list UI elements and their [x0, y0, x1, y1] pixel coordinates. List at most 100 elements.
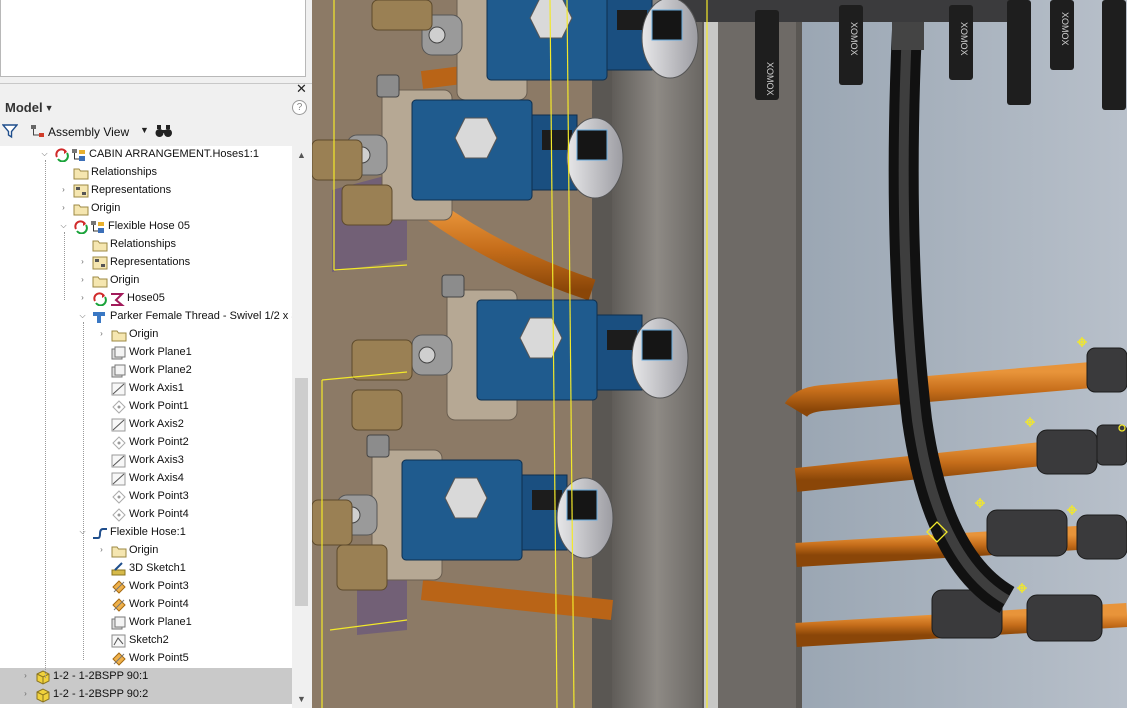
valve-brand-label: XOMOX — [959, 22, 969, 56]
tree-node-label: Work Axis4 — [129, 472, 184, 484]
tree-node-label: Origin — [129, 544, 159, 556]
tree-node[interactable]: Work Axis3 — [0, 452, 292, 470]
tree-node[interactable]: › 1-2 - 1-2BSPP 90:1 — [0, 668, 292, 686]
work-point-icon — [111, 508, 127, 525]
tree-node-label: CABIN ARRANGEMENT.Hoses1:1 — [89, 148, 259, 160]
tree-node[interactable]: Work Axis2 — [0, 416, 292, 434]
help-icon[interactable]: ? — [292, 100, 307, 115]
tree-node[interactable]: Work Point3 — [0, 578, 292, 596]
tree-node-label: Work Axis1 — [129, 382, 184, 394]
tree-node-label: Work Axis3 — [129, 454, 184, 466]
tree-node[interactable]: Relationships — [0, 164, 292, 182]
tree-guide-line — [83, 322, 84, 660]
tree-node[interactable]: Work Axis1 — [0, 380, 292, 398]
filter-icon[interactable] — [1, 123, 19, 144]
tree-node-label: Sketch2 — [129, 634, 169, 646]
tree-node[interactable]: › 1-2 - 1-2BSPP 90:2 — [0, 686, 292, 704]
scrollbar-thumb[interactable] — [295, 378, 308, 606]
find-binoculars-icon[interactable] — [155, 123, 173, 144]
expand-chevron-icon[interactable]: › — [21, 671, 30, 680]
tree-node[interactable]: › Representations — [0, 254, 292, 272]
graphics-viewport[interactable]: XOMOX XOMOX XOMOX XOMOX — [312, 0, 1127, 708]
tree-node-label: Parker Female Thread - Swivel 1/2 x 3/4- — [110, 310, 292, 322]
tree-node[interactable]: ⌵ Parker Female Thread - Swivel 1/2 x 3/4… — [0, 308, 292, 326]
pane-divider[interactable] — [0, 83, 312, 84]
valve-brand-label: XOMOX — [765, 62, 775, 96]
tree-node[interactable]: Work Plane2 — [0, 362, 292, 380]
tree-node[interactable]: 3D Sketch1 — [0, 560, 292, 578]
tree-node[interactable]: Relationships — [0, 236, 292, 254]
representations-icon — [73, 184, 89, 201]
tree-node[interactable]: ⌵ Flexible Hose 05 — [0, 218, 292, 236]
tree-scrollbar[interactable]: ▲ ▼ — [292, 146, 312, 708]
assembly-view-dropdown[interactable]: Assembly View — [48, 125, 129, 139]
expand-chevron-icon[interactable]: › — [59, 203, 68, 212]
model-tree: ⌵ CABIN ARRANGEMENT.Hoses1:1 Relationships… — [0, 146, 292, 708]
tree-node[interactable]: › Origin — [0, 326, 292, 344]
tree-node[interactable]: Work Axis4 — [0, 470, 292, 488]
browser-toolbar: Assembly View ▼ — [0, 121, 312, 143]
tree-node[interactable]: ⌵ Flexible Hose:1 — [0, 524, 292, 542]
tree-node[interactable]: Work Point4 — [0, 596, 292, 614]
folder-icon — [73, 202, 89, 219]
update-icon — [54, 148, 70, 165]
tree-node-label: Origin — [129, 328, 159, 340]
tree-node[interactable]: Sketch2 — [0, 632, 292, 650]
tree-node[interactable]: › Origin — [0, 200, 292, 218]
expand-chevron-icon[interactable]: › — [78, 275, 87, 284]
tree-node[interactable]: Work Plane1 — [0, 614, 292, 632]
tree-node[interactable]: Work Point4 — [0, 506, 292, 524]
expand-chevron-icon[interactable]: › — [78, 293, 87, 302]
tree-node[interactable]: ⌵ CABIN ARRANGEMENT.Hoses1:1 — [0, 146, 292, 164]
tree-node[interactable]: Work Point3 — [0, 488, 292, 506]
tree-node-label: Origin — [91, 202, 121, 214]
expand-chevron-icon[interactable]: › — [78, 257, 87, 266]
tree-node-label: Hose05 — [127, 292, 165, 304]
tree-node-label: Work Point3 — [129, 490, 189, 502]
scroll-down-icon[interactable]: ▼ — [297, 694, 306, 704]
expand-chevron-icon[interactable]: › — [97, 329, 106, 338]
flexible-hose-icon — [92, 526, 108, 543]
assembly-view-icon — [30, 124, 46, 143]
work-plane-icon — [111, 346, 127, 363]
tree-node-label: Work Plane2 — [129, 364, 192, 376]
chevron-down-icon: ▼ — [44, 103, 54, 113]
tree-node-label: Work Plane1 — [129, 616, 192, 628]
browser-header[interactable]: Model ▼ — [5, 100, 53, 115]
tree-node[interactable]: Work Point5 — [0, 650, 292, 668]
expand-chevron-icon[interactable]: › — [59, 185, 68, 194]
collapse-chevron-icon[interactable]: ⌵ — [59, 221, 68, 230]
work-axis-icon — [111, 418, 127, 435]
close-icon[interactable]: ✕ — [296, 82, 307, 96]
tree-node[interactable]: › Hose05 — [0, 290, 292, 308]
plate-side — [718, 0, 796, 708]
work-axis-icon — [111, 454, 127, 471]
work-point-icon — [111, 490, 127, 507]
sketch2d-icon — [111, 634, 127, 651]
work-axis-icon — [111, 382, 127, 399]
browser-title: Model — [5, 100, 43, 115]
collapse-chevron-icon[interactable]: ⌵ — [40, 149, 49, 158]
tree-node-label: Representations — [110, 256, 191, 268]
tree-node[interactable]: Work Plane1 — [0, 344, 292, 362]
tree-node-label: Representations — [91, 184, 172, 196]
model-browser-panel: ✕ Model ▼ ? Assembly View ▼ ⌵ CABIN ARRANG… — [0, 0, 312, 708]
tree-node-label: Origin — [110, 274, 140, 286]
tree-node-label: 3D Sketch1 — [129, 562, 186, 574]
hose-fitting — [892, 20, 924, 50]
tree-node[interactable]: › Origin — [0, 272, 292, 290]
expand-chevron-icon[interactable]: › — [97, 545, 106, 554]
tree-node[interactable]: Work Point2 — [0, 434, 292, 452]
sketch3d-icon — [111, 562, 127, 579]
expand-chevron-icon[interactable]: › — [21, 689, 30, 698]
tree-node[interactable]: › Origin — [0, 542, 292, 560]
tree-node[interactable]: › Representations — [0, 182, 292, 200]
chevron-down-icon[interactable]: ▼ — [140, 125, 149, 135]
work-point-active-icon — [111, 598, 127, 615]
tree-node-label: Relationships — [91, 166, 158, 178]
scroll-up-icon[interactable]: ▲ — [297, 150, 306, 160]
collapse-chevron-icon[interactable]: ⌵ — [78, 311, 87, 320]
tree-node-label: 1-2 - 1-2BSPP 90:1 — [53, 670, 149, 682]
tree-node[interactable]: Work Point1 — [0, 398, 292, 416]
plate-edge — [704, 0, 718, 708]
